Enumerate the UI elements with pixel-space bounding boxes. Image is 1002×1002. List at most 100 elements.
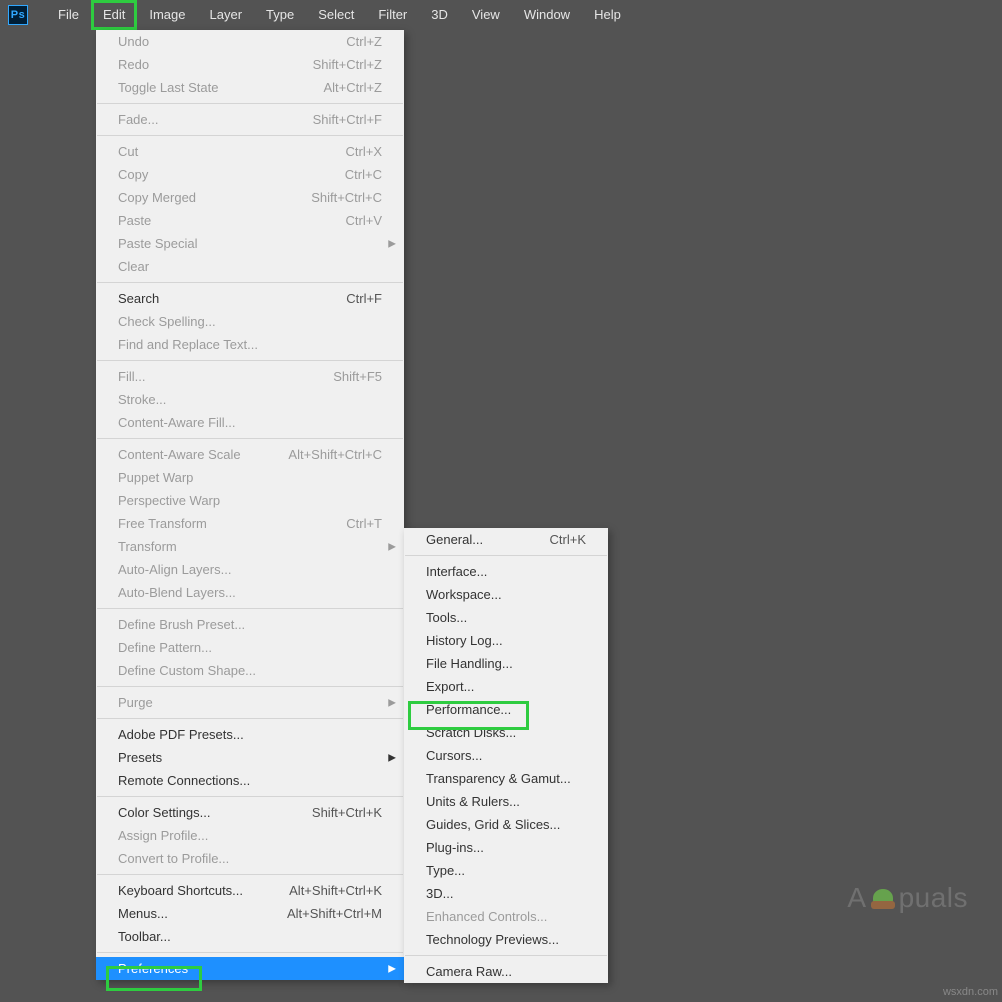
pref-menu-item-interface[interactable]: Interface... (404, 560, 608, 583)
pref-menu-item-performance[interactable]: Performance... (404, 698, 608, 721)
menubar-select[interactable]: Select (306, 0, 366, 30)
pref-menu-item-transparency-gamut[interactable]: Transparency & Gamut... (404, 767, 608, 790)
edit-menu-item-separator (97, 360, 403, 361)
menu-item-shortcut: Ctrl+X (346, 144, 382, 159)
edit-menu-item-adobe-pdf-presets[interactable]: Adobe PDF Presets... (96, 723, 404, 746)
watermark-icon (869, 885, 897, 911)
edit-menu-item-presets[interactable]: Presets▶ (96, 746, 404, 769)
menubar-edit[interactable]: Edit (91, 0, 137, 30)
menu-item-label: Transparency & Gamut... (426, 771, 571, 786)
menu-item-label: 3D... (426, 886, 453, 901)
menu-item-label: Interface... (426, 564, 487, 579)
pref-menu-item-cursors[interactable]: Cursors... (404, 744, 608, 767)
pref-menu-item-general[interactable]: General...Ctrl+K (404, 528, 608, 551)
pref-menu-item-type[interactable]: Type... (404, 859, 608, 882)
edit-menu-item-find-and-replace-text: Find and Replace Text... (96, 333, 404, 356)
menu-item-label: Purge (118, 695, 153, 710)
menu-item-label: Color Settings... (118, 805, 211, 820)
edit-menu-item-free-transform: Free TransformCtrl+T (96, 512, 404, 535)
pref-menu-item-tools[interactable]: Tools... (404, 606, 608, 629)
menubar-type[interactable]: Type (254, 0, 306, 30)
menu-item-label: Assign Profile... (118, 828, 208, 843)
menu-item-label: Remote Connections... (118, 773, 250, 788)
menu-item-shortcut: Shift+Ctrl+K (312, 805, 382, 820)
edit-menu-item-color-settings[interactable]: Color Settings... Shift+Ctrl+K (96, 801, 404, 824)
menubar-image[interactable]: Image (137, 0, 197, 30)
edit-menu-item-auto-align-layers: Auto-Align Layers... (96, 558, 404, 581)
menu-item-label: Tools... (426, 610, 467, 625)
pref-menu-item-file-handling[interactable]: File Handling... (404, 652, 608, 675)
menu-item-shortcut: Shift+Ctrl+C (311, 190, 382, 205)
menu-item-shortcut: Ctrl+T (346, 516, 382, 531)
edit-menu-item-separator (97, 103, 403, 104)
edit-menu-item-content-aware-scale: Content-Aware ScaleAlt+Shift+Ctrl+C (96, 443, 404, 466)
menubar-file[interactable]: File (46, 0, 91, 30)
edit-menu-item-clear: Clear (96, 255, 404, 278)
watermark: A puals (847, 882, 968, 914)
menu-item-label: Content-Aware Fill... (118, 415, 236, 430)
menu-item-shortcut: Ctrl+K (550, 532, 586, 547)
pref-menu-item-separator (405, 955, 607, 956)
menu-item-label: Cut (118, 144, 138, 159)
menubar-help[interactable]: Help (582, 0, 633, 30)
menu-item-label: Copy Merged (118, 190, 196, 205)
menu-item-label: Toggle Last State (118, 80, 218, 95)
edit-menu-item-toggle-last-state: Toggle Last StateAlt+Ctrl+Z (96, 76, 404, 99)
menu-item-label: Content-Aware Scale (118, 447, 241, 462)
menubar-view[interactable]: View (460, 0, 512, 30)
pref-menu-item-plug-ins[interactable]: Plug-ins... (404, 836, 608, 859)
pref-menu-item-enhanced-controls: Enhanced Controls... (404, 905, 608, 928)
edit-menu-item-separator (97, 438, 403, 439)
edit-menu-item-cut: Cut Ctrl+X (96, 140, 404, 163)
menu-item-label: Copy (118, 167, 148, 182)
edit-menu-item-paste-special: Paste Special▶ (96, 232, 404, 255)
edit-menu-item-fill: Fill...Shift+F5 (96, 365, 404, 388)
pref-menu-item-workspace[interactable]: Workspace... (404, 583, 608, 606)
pref-menu-item-units-rulers[interactable]: Units & Rulers... (404, 790, 608, 813)
menu-item-label: Enhanced Controls... (426, 909, 547, 924)
menu-item-label: Check Spelling... (118, 314, 216, 329)
menu-item-label: Export... (426, 679, 474, 694)
edit-menu-item-preferences[interactable]: Preferences▶ (96, 957, 404, 980)
pref-menu-item-scratch-disks[interactable]: Scratch Disks... (404, 721, 608, 744)
menu-item-label: Search (118, 291, 159, 306)
edit-menu-item-separator (97, 718, 403, 719)
edit-menu-item-search[interactable]: Search Ctrl+F (96, 287, 404, 310)
pref-menu-item-history-log[interactable]: History Log... (404, 629, 608, 652)
menu-item-shortcut: Ctrl+F (346, 291, 382, 306)
pref-menu-item-export[interactable]: Export... (404, 675, 608, 698)
menu-item-shortcut: Shift+Ctrl+F (313, 112, 382, 127)
submenu-arrow-icon: ▶ (388, 697, 396, 708)
edit-menu-item-menus[interactable]: Menus...Alt+Shift+Ctrl+M (96, 902, 404, 925)
menubar-window[interactable]: Window (512, 0, 582, 30)
edit-menu-item-toolbar[interactable]: Toolbar... (96, 925, 404, 948)
menubar-layer[interactable]: Layer (198, 0, 255, 30)
menu-item-label: Define Brush Preset... (118, 617, 245, 632)
menubar: Ps File Edit Image Layer Type Select Fil… (0, 0, 1002, 30)
menubar-filter[interactable]: Filter (366, 0, 419, 30)
edit-menu-item-fade: Fade...Shift+Ctrl+F (96, 108, 404, 131)
menubar-3d[interactable]: 3D (419, 0, 460, 30)
menu-item-label: Toolbar... (118, 929, 171, 944)
menu-item-label: Guides, Grid & Slices... (426, 817, 560, 832)
edit-menu-item-undo: UndoCtrl+Z (96, 30, 404, 53)
edit-menu-item-remote-connections[interactable]: Remote Connections... (96, 769, 404, 792)
preferences-submenu: General...Ctrl+K Interface... Workspace...… (404, 528, 608, 983)
edit-menu-item-check-spelling: Check Spelling... (96, 310, 404, 333)
edit-menu-item-keyboard-shortcuts[interactable]: Keyboard Shortcuts...Alt+Shift+Ctrl+K (96, 879, 404, 902)
edit-menu-item-define-custom-shape: Define Custom Shape... (96, 659, 404, 682)
edit-menu-item-puppet-warp: Puppet Warp (96, 466, 404, 489)
menu-item-label: Preferences (118, 961, 188, 976)
menu-item-label: Puppet Warp (118, 470, 193, 485)
edit-menu-item-separator (97, 686, 403, 687)
pref-menu-item-camera-raw[interactable]: Camera Raw... (404, 960, 608, 983)
edit-menu-item-separator (97, 796, 403, 797)
pref-menu-item-guides-grid-slices[interactable]: Guides, Grid & Slices... (404, 813, 608, 836)
edit-menu-item-define-pattern: Define Pattern... (96, 636, 404, 659)
app-logo: Ps (8, 5, 28, 25)
pref-menu-item-3d[interactable]: 3D... (404, 882, 608, 905)
pref-menu-item-technology-previews[interactable]: Technology Previews... (404, 928, 608, 951)
submenu-arrow-icon: ▶ (388, 752, 396, 763)
edit-menu-item-redo: RedoShift+Ctrl+Z (96, 53, 404, 76)
watermark-pre: A (847, 882, 866, 914)
